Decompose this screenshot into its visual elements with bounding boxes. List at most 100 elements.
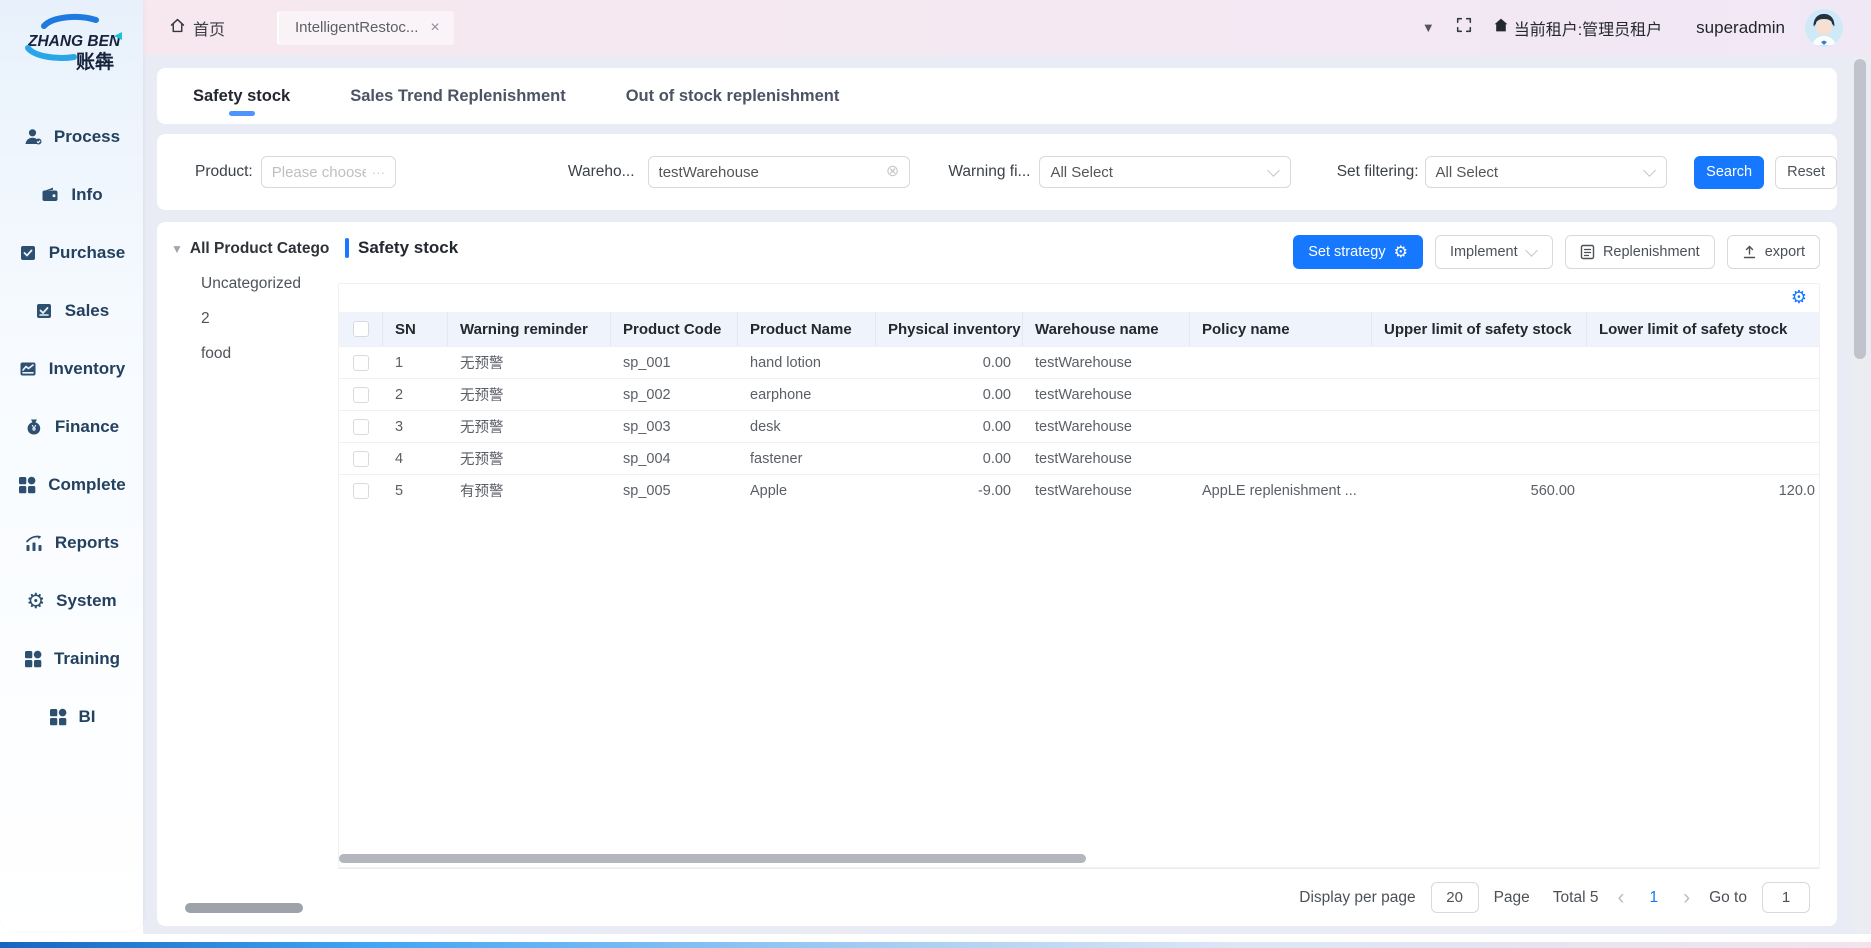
cell-warehouse: testWarehouse [1023, 347, 1190, 378]
sidebar-item-purchase[interactable]: Purchase [0, 224, 143, 282]
avatar[interactable] [1805, 9, 1843, 47]
table-horizontal-scrollbar[interactable] [339, 854, 1086, 863]
reset-button[interactable]: Reset [1775, 156, 1837, 189]
panel-title-text: Safety stock [358, 238, 458, 258]
sidebar-item-complete[interactable]: Complete [0, 456, 143, 514]
sidebar-item-process[interactable]: Process [0, 108, 143, 166]
tab-out-of-stock-replenishment[interactable]: Out of stock replenishment [626, 71, 840, 122]
tree-item-food[interactable]: food [201, 345, 338, 363]
bar-chart-icon [24, 533, 44, 553]
row-checkbox[interactable] [353, 451, 369, 467]
row-checkbox[interactable] [353, 387, 369, 403]
content-panel: ▼ All Product Catego Uncategorized 2 foo… [157, 222, 1837, 926]
tab-safety-stock[interactable]: Safety stock [193, 71, 290, 122]
window-scrollbar-track[interactable] [1853, 55, 1867, 934]
cell-upper [1372, 443, 1587, 474]
cell-lower [1587, 411, 1819, 442]
replenishment-button[interactable]: Replenishment [1565, 235, 1715, 269]
table-row[interactable]: 3 无预警 sp_003 desk 0.00 testWarehouse [339, 410, 1819, 442]
tree-item-uncategorized[interactable]: Uncategorized [201, 275, 338, 293]
sidebar-item-reports[interactable]: Reports [0, 514, 143, 572]
sidebar-item-bi[interactable]: BI [0, 688, 143, 746]
set-filtering-label: Set filtering: [1337, 163, 1419, 181]
page-tabs: Safety stock Sales Trend Replenishment O… [157, 68, 1837, 124]
cell-code: sp_002 [611, 379, 738, 410]
cell-inventory: 0.00 [876, 347, 1023, 378]
sidebar-item-info[interactable]: Info [0, 166, 143, 224]
prev-page-icon[interactable]: ‹ [1613, 887, 1628, 908]
set-filtering-select[interactable]: All Select [1425, 156, 1668, 188]
filter-bar: Product: ··· Wareho... ⊗ Warning fi... A… [157, 134, 1837, 210]
tree-root-all-product-categories[interactable]: ▼ All Product Catego [171, 240, 338, 258]
selected-value: All Select [1436, 164, 1499, 181]
cell-name: Apple [738, 475, 876, 506]
sidebar-item-label: Inventory [49, 359, 126, 379]
next-page-icon[interactable]: › [1679, 887, 1694, 908]
sidebar-item-label: Finance [55, 417, 119, 437]
collapse-caret-icon[interactable]: ▼ [1422, 20, 1435, 35]
chevron-down-icon [1643, 164, 1656, 177]
page-size-input[interactable] [1431, 882, 1479, 913]
warning-filter-select[interactable]: All Select [1039, 156, 1290, 188]
page-label: Page [1494, 889, 1530, 907]
logo: ZHANG BEN 账犇 [0, 0, 143, 78]
warehouse-input[interactable]: ⊗ [648, 156, 911, 188]
tenant-indicator[interactable]: 当前租户:管理员租户 [1493, 16, 1662, 40]
panel-horizontal-scrollbar[interactable] [185, 903, 303, 913]
cell-upper [1372, 379, 1587, 410]
open-page-tab[interactable]: IntelligentRestoc... × [277, 11, 454, 45]
current-page[interactable]: 1 [1643, 889, 1664, 907]
home-nav[interactable]: 首页 [169, 16, 225, 40]
product-input-field[interactable] [272, 164, 366, 181]
display-per-page-label: Display per page [1299, 889, 1415, 907]
cell-sn: 5 [383, 475, 448, 506]
table-row[interactable]: 5 有预警 sp_005 Apple -9.00 testWarehouse A… [339, 474, 1819, 506]
cell-name: desk [738, 411, 876, 442]
row-checkbox[interactable] [353, 483, 369, 499]
row-checkbox[interactable] [353, 355, 369, 371]
select-all-checkbox[interactable] [353, 321, 369, 337]
column-settings-icon[interactable]: ⚙ [1791, 289, 1807, 307]
tab-sales-trend-replenishment[interactable]: Sales Trend Replenishment [350, 71, 565, 122]
home-solid-icon [1493, 17, 1509, 38]
product-input[interactable]: ··· [261, 156, 396, 188]
goto-label: Go to [1709, 889, 1747, 907]
logo-name: ZHANG BEN [27, 33, 121, 50]
export-button[interactable]: export [1727, 235, 1820, 269]
sidebar-item-training[interactable]: Training [0, 630, 143, 688]
title-accent-bar [345, 238, 349, 258]
clear-icon[interactable]: ⊗ [886, 164, 899, 180]
warehouse-input-field[interactable] [659, 164, 880, 181]
cell-warning: 无预警 [448, 347, 611, 378]
sidebar-item-finance[interactable]: ¥ Finance [0, 398, 143, 456]
sidebar-item-system[interactable]: ⚙ System [0, 572, 143, 630]
table-row[interactable]: 4 无预警 sp_004 fastener 0.00 testWarehouse [339, 442, 1819, 474]
table-row[interactable]: 2 无预警 sp_002 earphone 0.00 testWarehouse [339, 378, 1819, 410]
tab-close-icon[interactable]: × [430, 20, 439, 36]
tree-caret-icon[interactable]: ▼ [171, 242, 183, 256]
warning-filter-label: Warning fi... [948, 163, 1030, 181]
window-scrollbar-thumb[interactable] [1854, 59, 1866, 359]
implement-dropdown-button[interactable]: Implement [1435, 235, 1553, 269]
cell-name: fastener [738, 443, 876, 474]
sidebar-item-inventory[interactable]: Inventory [0, 340, 143, 398]
tree-item-2[interactable]: 2 [201, 310, 338, 328]
table-row[interactable]: 1 无预警 sp_001 hand lotion 0.00 testWareho… [339, 346, 1819, 378]
table-header: SN Warning reminder Product Code Product… [339, 312, 1819, 346]
fullscreen-icon[interactable] [1455, 16, 1473, 39]
cell-warehouse: testWarehouse [1023, 379, 1190, 410]
set-strategy-label: Set strategy [1308, 244, 1385, 260]
cell-lower [1587, 379, 1819, 410]
cell-lower [1587, 443, 1819, 474]
col-product-name: Product Name [738, 312, 876, 346]
row-checkbox[interactable] [353, 419, 369, 435]
tree-root-label: All Product Catego [190, 240, 330, 258]
col-warehouse-name: Warehouse name [1023, 312, 1190, 346]
username[interactable]: superadmin [1696, 18, 1785, 38]
cell-code: sp_004 [611, 443, 738, 474]
set-strategy-button[interactable]: Set strategy ⚙ [1293, 235, 1423, 269]
cell-warehouse: testWarehouse [1023, 411, 1190, 442]
sidebar-item-sales[interactable]: Sales [0, 282, 143, 340]
search-button[interactable]: Search [1694, 156, 1764, 189]
goto-page-input[interactable] [1762, 882, 1810, 913]
